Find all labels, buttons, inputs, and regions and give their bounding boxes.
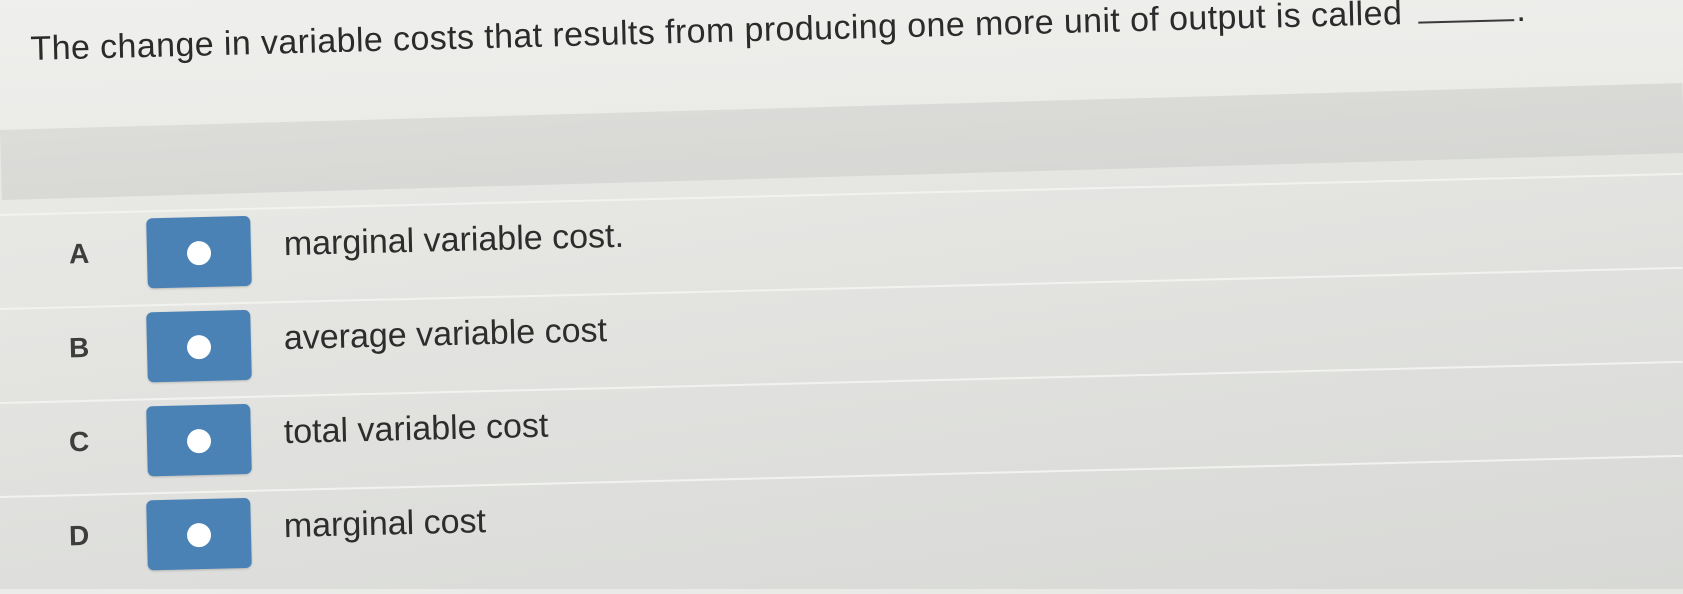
option-text: total variable cost [283, 406, 549, 452]
radio-button-b[interactable] [146, 309, 252, 383]
option-text: marginal cost [283, 502, 487, 546]
radio-dot-icon [186, 334, 212, 360]
option-letter: B [68, 331, 90, 364]
radio-dot-icon [186, 428, 212, 454]
option-letter: A [68, 237, 90, 270]
radio-dot-icon [186, 240, 212, 266]
question-period: . [1515, 0, 1527, 30]
radio-dot-icon [186, 522, 212, 548]
answer-options: A marginal variable cost. B average vari… [0, 172, 1683, 594]
radio-button-a[interactable] [146, 215, 252, 289]
option-text: average variable cost [283, 311, 608, 358]
option-letter: D [68, 519, 90, 552]
radio-button-d[interactable] [146, 497, 252, 571]
option-letter: C [68, 425, 90, 458]
option-text: marginal variable cost. [283, 216, 625, 264]
radio-button-c[interactable] [146, 403, 252, 477]
answer-blank [1417, 0, 1515, 24]
